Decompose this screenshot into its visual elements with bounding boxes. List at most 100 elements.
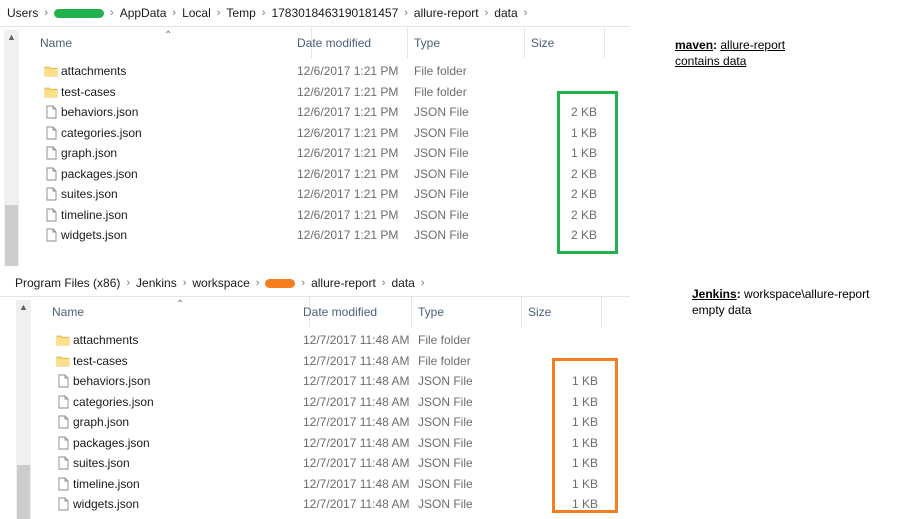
- maven-explorer-window: Users › › AppData › Local › Temp › 17830…: [0, 0, 630, 266]
- file-name: categories.json: [73, 394, 154, 409]
- file-row[interactable]: graph.json 12/7/2017 11:48 AM JSON File 1 K…: [32, 412, 630, 433]
- chevron-right-icon: ›: [172, 7, 177, 19]
- breadcrumb-users[interactable]: Users: [4, 6, 41, 20]
- file-name: graph.json: [61, 146, 118, 160]
- file-type: JSON File: [418, 456, 473, 470]
- chevron-right-icon: ›: [126, 277, 131, 289]
- scrollbar-thumb[interactable]: [17, 465, 30, 519]
- date-modified: 12/6/2017 1:21 PM: [297, 207, 399, 222]
- note-colon: :: [736, 287, 741, 301]
- file-name: categories.json: [61, 125, 142, 140]
- file-row[interactable]: behaviors.json 12/7/2017 11:48 AM JSON Fil…: [32, 371, 630, 392]
- breadcrumb-local[interactable]: Local: [179, 6, 214, 20]
- scrollbar-thumb[interactable]: [5, 205, 18, 266]
- breadcrumb: Program Files (x86) › Jenkins › workspac…: [0, 270, 630, 297]
- folder-icon: [44, 64, 58, 78]
- scroll-up-arrow-icon[interactable]: ▲: [4, 30, 19, 45]
- column-header-name[interactable]: Name ⌃: [46, 297, 310, 327]
- vertical-scrollbar[interactable]: ▲: [4, 30, 19, 266]
- file-type: File folder: [418, 353, 471, 368]
- breadcrumb-workspace[interactable]: workspace: [189, 276, 252, 290]
- file-row[interactable]: categories.json 12/7/2017 11:48 AM JSON Fi…: [32, 392, 630, 413]
- file-row[interactable]: packages.json 12/6/2017 1:21 PM JSON File 2…: [20, 164, 630, 185]
- file-name: suites.json: [61, 187, 118, 201]
- breadcrumb-temp[interactable]: Temp: [223, 6, 258, 20]
- sort-up-caret-icon: ⌃: [176, 299, 185, 310]
- column-header-type[interactable]: Type: [408, 28, 525, 58]
- file-name: timeline.json: [73, 476, 140, 491]
- file-icon: [44, 167, 58, 181]
- file-row[interactable]: test-cases 12/6/2017 1:21 PM File folder: [20, 82, 630, 103]
- chevron-right-icon: ›: [261, 7, 266, 19]
- chevron-right-icon: ›: [420, 277, 425, 289]
- column-header-name[interactable]: Name ⌃: [34, 28, 312, 58]
- chevron-right-icon: ›: [110, 7, 114, 19]
- date-modified: 12/6/2017 1:21 PM: [297, 105, 399, 119]
- file-name: attachments: [61, 64, 127, 78]
- chevron-right-icon: ›: [484, 7, 489, 19]
- file-name: attachments: [73, 333, 139, 347]
- column-header-size[interactable]: Size: [525, 28, 605, 58]
- file-row[interactable]: timeline.json 12/6/2017 1:21 PM JSON File 2…: [20, 205, 630, 226]
- file-list: attachments 12/7/2017 11:48 AM File folder…: [32, 330, 630, 515]
- file-row[interactable]: attachments 12/7/2017 11:48 AM File folder: [32, 330, 630, 351]
- file-type: JSON File: [418, 374, 473, 388]
- file-row[interactable]: behaviors.json 12/6/2017 1:21 PM JSON File…: [20, 102, 630, 123]
- file-icon: [56, 477, 70, 491]
- file-row[interactable]: suites.json 12/7/2017 11:48 AM JSON File 1 …: [32, 453, 630, 474]
- date-modified: 12/6/2017 1:21 PM: [297, 84, 399, 99]
- file-type: File folder: [418, 333, 471, 347]
- column-header-row: Name ⌃ Date modified Type Size: [20, 28, 630, 58]
- column-header-date[interactable]: Date modified: [297, 297, 412, 327]
- file-row[interactable]: packages.json 12/7/2017 11:48 AM JSON File…: [32, 433, 630, 454]
- chevron-right-icon: ›: [523, 7, 528, 19]
- column-header-date[interactable]: Date modified: [291, 28, 408, 58]
- breadcrumb-allure-report[interactable]: allure-report: [308, 276, 379, 290]
- file-type: File folder: [414, 64, 467, 78]
- file-type: JSON File: [418, 497, 473, 511]
- note-colon: :: [713, 38, 718, 52]
- file-type: File folder: [414, 84, 467, 99]
- date-modified: 12/7/2017 11:48 AM: [303, 394, 410, 409]
- vertical-scrollbar[interactable]: ▲: [16, 300, 31, 519]
- file-row[interactable]: categories.json 12/6/2017 1:21 PM JSON Fil…: [20, 123, 630, 144]
- file-row[interactable]: suites.json 12/6/2017 1:21 PM JSON File 2 K…: [20, 184, 630, 205]
- note-line2: contains data: [675, 54, 747, 68]
- date-modified: 12/7/2017 11:48 AM: [303, 415, 410, 429]
- file-type: JSON File: [414, 187, 469, 201]
- breadcrumb-data[interactable]: data: [388, 276, 417, 290]
- file-list: attachments 12/6/2017 1:21 PM File folder t…: [20, 61, 630, 246]
- redacted-job-name: [265, 278, 296, 288]
- note-title: maven: [675, 38, 714, 52]
- breadcrumb-appdata[interactable]: AppData: [117, 6, 170, 20]
- file-name: behaviors.json: [61, 105, 139, 119]
- column-header-type[interactable]: Type: [412, 297, 522, 327]
- breadcrumb-allure-report[interactable]: allure-report: [411, 6, 482, 20]
- date-modified: 12/7/2017 11:48 AM: [303, 497, 410, 511]
- breadcrumb-jenkins[interactable]: Jenkins: [133, 276, 180, 290]
- file-row[interactable]: widgets.json 12/7/2017 11:48 AM JSON File 1…: [32, 494, 630, 515]
- folder-icon: [44, 85, 58, 99]
- breadcrumb-data[interactable]: data: [491, 6, 520, 20]
- chevron-right-icon: ›: [182, 277, 187, 289]
- file-type: JSON File: [414, 207, 469, 222]
- breadcrumb-program-files[interactable]: Program Files (x86): [12, 276, 123, 290]
- date-modified: 12/7/2017 11:48 AM: [303, 456, 410, 470]
- file-row[interactable]: test-cases 12/7/2017 11:48 AM File folder: [32, 351, 630, 372]
- file-name: graph.json: [73, 415, 130, 429]
- breadcrumb-temp-id[interactable]: 1783018463190181457: [268, 6, 401, 20]
- column-header-row: Name ⌃ Date modified Type Size: [32, 297, 630, 327]
- column-header-size[interactable]: Size: [522, 297, 602, 327]
- sort-up-caret-icon: ⌃: [164, 30, 173, 41]
- file-name: suites.json: [73, 456, 130, 470]
- folder-icon: [56, 333, 70, 347]
- file-icon: [56, 456, 70, 470]
- file-row[interactable]: timeline.json 12/7/2017 11:48 AM JSON File…: [32, 474, 630, 495]
- breadcrumb: Users › › AppData › Local › Temp › 17830…: [0, 0, 630, 27]
- file-row[interactable]: graph.json 12/6/2017 1:21 PM JSON File 1 KB: [20, 143, 630, 164]
- scroll-up-arrow-icon[interactable]: ▲: [16, 300, 31, 315]
- file-row[interactable]: widgets.json 12/6/2017 1:21 PM JSON File 2 …: [20, 225, 630, 246]
- note-line1: workspace\allure-report: [744, 287, 870, 301]
- jenkins-annotation: Jenkins: workspace\allure-report empty d…: [692, 286, 869, 318]
- file-row[interactable]: attachments 12/6/2017 1:21 PM File folder: [20, 61, 630, 82]
